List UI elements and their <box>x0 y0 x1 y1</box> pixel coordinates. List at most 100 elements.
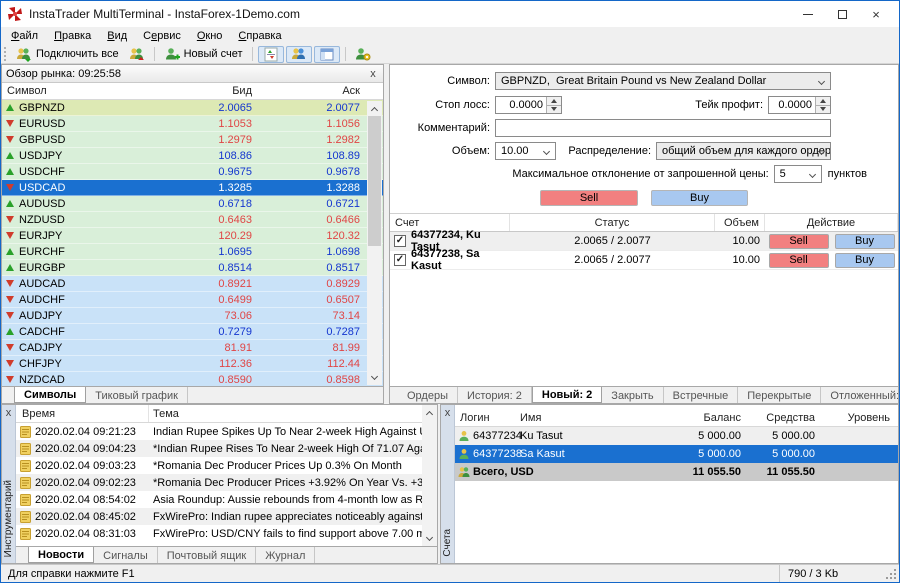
tab[interactable]: Новый: 2 <box>532 386 602 403</box>
market-row[interactable]: USDCAD 1.3285 1.3288 <box>2 180 383 196</box>
row-buy-button[interactable]: Buy <box>835 234 895 249</box>
market-row[interactable]: EURUSD 1.1053 1.1056 <box>2 116 383 132</box>
market-row[interactable]: USDJPY 108.86 108.89 <box>2 148 383 164</box>
account-settings-button[interactable] <box>350 46 376 63</box>
disconnect-all-button[interactable] <box>124 46 150 63</box>
symbol-select[interactable]: GBPNZD, Great Britain Pound vs New Zeala… <box>495 72 831 90</box>
toolbar-grip[interactable] <box>4 47 8 61</box>
connect-all-button[interactable]: Подключить все <box>11 46 124 63</box>
market-row[interactable]: GBPUSD 1.2979 1.2982 <box>2 132 383 148</box>
market-row[interactable]: NZDUSD 0.6463 0.6466 <box>2 212 383 228</box>
account-checkbox[interactable]: ✓ <box>394 254 406 266</box>
distribution-select[interactable]: общий объем для каждого ордера <box>656 142 831 160</box>
comment-input[interactable] <box>495 119 831 137</box>
tab[interactable]: Отложенный: 2 <box>821 387 898 403</box>
market-row[interactable]: EURGBP 0.8514 0.8517 <box>2 260 383 276</box>
maximize-button[interactable] <box>825 3 859 25</box>
news-note-icon <box>20 494 31 506</box>
scrollbar-thumb[interactable] <box>368 116 381 246</box>
tab[interactable]: Перекрытые <box>738 387 821 403</box>
status-traffic: 790 / 3 Kb <box>779 565 885 582</box>
menu-item[interactable]: Вид <box>99 29 135 43</box>
row-sell-button[interactable]: Sell <box>769 234 829 249</box>
market-row[interactable]: USDCHF 0.9675 0.9678 <box>2 164 383 180</box>
news-row[interactable]: 2020.02.04 09:21:23 Indian Rupee Spikes … <box>16 423 422 440</box>
market-watch-panel: Обзор рынка: 09:25:58 x Символ Бид Аск G… <box>1 64 384 404</box>
toolbox-close-icon[interactable]: x <box>3 407 15 419</box>
market-row[interactable]: EURJPY 120.29 120.32 <box>2 228 383 244</box>
account-balance: 5 000.00 <box>665 430 744 442</box>
tab[interactable]: Почтовый ящик <box>158 547 256 563</box>
stop-loss-stepper[interactable] <box>495 96 562 114</box>
account-row[interactable]: 64377234 Ku Tasut 5 000.00 5 000.00 <box>455 427 898 445</box>
news-row[interactable]: 2020.02.04 09:02:23 *Romania Dec Produce… <box>16 474 422 491</box>
toolbox-toggle-button[interactable] <box>314 46 340 63</box>
resize-grip[interactable] <box>885 565 899 582</box>
spin-down-icon[interactable] <box>816 105 830 114</box>
account-grid-row[interactable]: ✓64377238, Sa Kasut 2.0065 / 2.0077 10.0… <box>390 251 898 270</box>
news-time: 2020.02.04 09:03:23 <box>35 460 136 472</box>
order-panel: Символ: GBPNZD, Great Britain Pound vs N… <box>389 64 899 404</box>
row-buy-button[interactable]: Buy <box>835 253 895 268</box>
row-sell-button[interactable]: Sell <box>769 253 829 268</box>
account-checkbox[interactable]: ✓ <box>394 235 406 247</box>
spin-up-icon[interactable] <box>816 97 830 105</box>
tab[interactable]: Журнал <box>256 547 315 563</box>
scroll-down-icon[interactable] <box>367 370 382 385</box>
news-row[interactable]: 2020.02.04 08:31:03 FxWirePro: USD/CNY f… <box>16 525 422 542</box>
app-window: InstaTrader MultiTerminal - InstaForex-1… <box>0 0 900 583</box>
tab[interactable]: Сигналы <box>94 547 158 563</box>
tab[interactable]: Ордеры <box>398 387 458 403</box>
accounts-toggle-button[interactable] <box>286 46 312 63</box>
market-watch-scrollbar[interactable] <box>367 101 382 385</box>
market-row[interactable]: AUDCAD 0.8921 0.8929 <box>2 276 383 292</box>
menu-item[interactable]: Окно <box>189 29 231 43</box>
menu-item[interactable]: Файл <box>3 29 46 43</box>
market-watch-close-icon[interactable]: x <box>367 68 379 80</box>
market-watch-toggle-button[interactable] <box>258 46 284 63</box>
direction-arrow-icon <box>6 168 14 175</box>
menu-item[interactable]: Сервис <box>135 29 189 43</box>
market-row[interactable]: EURCHF 1.0695 1.0698 <box>2 244 383 260</box>
sell-button[interactable]: Sell <box>540 190 638 206</box>
volume-select[interactable]: 10.00 <box>495 142 556 160</box>
ask-value: 112.44 <box>260 358 368 370</box>
minimize-button[interactable] <box>791 3 825 25</box>
scroll-down-icon[interactable] <box>422 531 437 546</box>
market-row[interactable]: AUDUSD 0.6718 0.6721 <box>2 196 383 212</box>
market-row[interactable]: CADCHF 0.7279 0.7287 <box>2 324 383 340</box>
market-row[interactable]: CADJPY 81.91 81.99 <box>2 340 383 356</box>
tab[interactable]: История: 2 <box>458 387 532 403</box>
news-scrollbar[interactable] <box>422 405 437 546</box>
market-row[interactable]: GBPNZD 2.0065 2.0077 <box>2 100 383 116</box>
take-profit-stepper[interactable] <box>768 96 831 114</box>
menu-item[interactable]: Правка <box>46 29 99 43</box>
tab[interactable]: Тиковый график <box>86 387 188 403</box>
news-row[interactable]: 2020.02.04 08:54:02 Asia Roundup: Aussie… <box>16 491 422 508</box>
news-row[interactable]: 2020.02.04 08:45:02 FxWirePro: Indian ru… <box>16 508 422 525</box>
market-row[interactable]: NZDCAD 0.8590 0.8598 <box>2 372 383 386</box>
market-row[interactable]: CHFJPY 112.36 112.44 <box>2 356 383 372</box>
deviation-select[interactable]: 5 <box>774 165 822 183</box>
close-button[interactable]: × <box>859 3 893 25</box>
tab[interactable]: Новости <box>28 546 94 563</box>
tab[interactable]: Закрыть <box>602 387 663 403</box>
news-row[interactable]: 2020.02.04 09:03:23 *Romania Dec Produce… <box>16 457 422 474</box>
spin-up-icon[interactable] <box>547 97 561 105</box>
menu-item[interactable]: Справка <box>230 29 289 43</box>
spin-down-icon[interactable] <box>547 105 561 114</box>
news-row[interactable]: 2020.02.04 09:04:23 *Indian Rupee Rises … <box>16 440 422 457</box>
tab[interactable]: Символы <box>14 386 86 403</box>
scroll-up-icon[interactable] <box>422 405 437 420</box>
new-account-button[interactable]: Новый счет <box>159 46 248 63</box>
accounts-close-icon[interactable]: x <box>442 407 454 419</box>
buy-button[interactable]: Buy <box>651 190 748 206</box>
scroll-up-icon[interactable] <box>367 101 382 116</box>
market-row[interactable]: AUDCHF 0.6499 0.6507 <box>2 292 383 308</box>
stop-loss-input[interactable] <box>496 97 546 113</box>
tab[interactable]: Встречные <box>664 387 739 403</box>
take-profit-input[interactable] <box>769 97 815 113</box>
market-row[interactable]: AUDJPY 73.06 73.14 <box>2 308 383 324</box>
column-balance: Баланс <box>665 412 744 424</box>
account-row[interactable]: 64377238 Sa Kasut 5 000.00 5 000.00 <box>455 445 898 463</box>
